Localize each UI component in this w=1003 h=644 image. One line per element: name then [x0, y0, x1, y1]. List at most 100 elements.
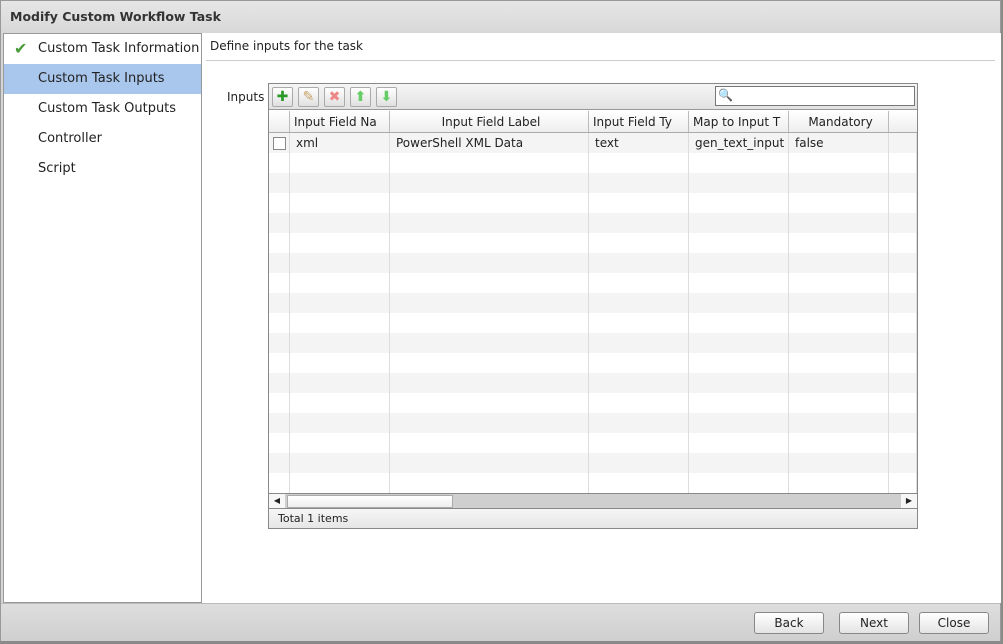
table-row[interactable]: [269, 333, 917, 353]
next-button[interactable]: Next: [839, 612, 909, 634]
column-input-field-name[interactable]: Input Field Na: [290, 111, 390, 132]
table-cell: [889, 153, 917, 173]
table-row[interactable]: [269, 473, 917, 493]
search-input[interactable]: 🔍: [715, 86, 915, 106]
table-row[interactable]: [269, 393, 917, 413]
table-cell: [390, 153, 589, 173]
table-row[interactable]: [269, 433, 917, 453]
table-row[interactable]: [269, 353, 917, 373]
table-cell: [290, 353, 390, 373]
table-cell: [390, 173, 589, 193]
edit-button[interactable]: ✎: [298, 87, 319, 107]
pencil-icon: ✎: [302, 89, 315, 105]
table-cell: [290, 433, 390, 453]
select-all-column[interactable]: [269, 111, 290, 132]
table-row[interactable]: [269, 193, 917, 213]
table-cell: [290, 473, 390, 493]
back-button[interactable]: Back: [754, 612, 824, 634]
table-row[interactable]: [269, 213, 917, 233]
table-row[interactable]: [269, 313, 917, 333]
sidebar-item-custom-task-information[interactable]: ✔ Custom Task Information: [4, 34, 201, 64]
scroll-right-icon[interactable]: ▶: [901, 494, 917, 508]
table-cell: false: [789, 133, 889, 153]
column-mandatory[interactable]: Mandatory: [789, 111, 889, 132]
table-cell: [390, 313, 589, 333]
delete-icon: ✖: [328, 89, 341, 105]
table-cell: [269, 133, 290, 153]
sidebar-item-label: Controller: [38, 131, 102, 146]
table-row[interactable]: [269, 273, 917, 293]
table-cell: [269, 373, 290, 393]
table-cell: [269, 333, 290, 353]
column-input-field-type[interactable]: Input Field Ty: [589, 111, 689, 132]
table-row[interactable]: [269, 413, 917, 433]
move-down-button[interactable]: ⬇: [376, 87, 397, 107]
table-cell: [689, 273, 789, 293]
column-input-field-label[interactable]: Input Field Label: [390, 111, 589, 132]
table-cell: [689, 393, 789, 413]
table-cell: [589, 273, 689, 293]
table-cell: [789, 253, 889, 273]
table-cell: [789, 453, 889, 473]
table-cell: [689, 253, 789, 273]
column-map-to-input-type[interactable]: Map to Input T: [689, 111, 789, 132]
table-cell: [889, 353, 917, 373]
table-cell: [269, 433, 290, 453]
table-cell: [689, 453, 789, 473]
table-row[interactable]: [269, 373, 917, 393]
sidebar-item-label: Script: [38, 161, 76, 176]
table-row[interactable]: [269, 453, 917, 473]
table-cell: [290, 273, 390, 293]
table-cell: [390, 273, 589, 293]
grid-header: Input Field Na Input Field Label Input F…: [269, 111, 917, 133]
table-row[interactable]: [269, 253, 917, 273]
table-cell: [789, 473, 889, 493]
table-cell: [689, 353, 789, 373]
table-cell: [889, 193, 917, 213]
table-cell: text: [589, 133, 689, 153]
table-row[interactable]: [269, 233, 917, 253]
close-button[interactable]: Close: [919, 612, 989, 634]
table-cell: [390, 233, 589, 253]
sidebar-item-custom-task-outputs[interactable]: Custom Task Outputs: [4, 94, 201, 124]
table-cell: [390, 393, 589, 413]
grid-footer-total: Total 1 items: [269, 509, 917, 528]
table-cell: [889, 373, 917, 393]
table-cell: [269, 293, 290, 313]
delete-button[interactable]: ✖: [324, 87, 345, 107]
table-cell: [589, 173, 689, 193]
table-cell: [390, 213, 589, 233]
sidebar-item-label: Custom Task Inputs: [38, 71, 165, 86]
table-cell: [589, 433, 689, 453]
table-row[interactable]: [269, 293, 917, 313]
table-cell: [789, 213, 889, 233]
table-cell: [290, 233, 390, 253]
move-up-button[interactable]: ⬆: [350, 87, 371, 107]
sidebar-item-controller[interactable]: Controller: [4, 124, 201, 154]
horizontal-scrollbar[interactable]: ◀ ▶: [269, 493, 917, 509]
table-cell: xml: [290, 133, 390, 153]
table-cell: [589, 453, 689, 473]
table-cell: [589, 393, 689, 413]
table-cell: [789, 393, 889, 413]
sidebar-item-custom-task-inputs[interactable]: Custom Task Inputs: [4, 64, 201, 94]
table-cell: [390, 413, 589, 433]
scrollbar-thumb[interactable]: [287, 495, 453, 508]
table-cell: [390, 353, 589, 373]
table-row[interactable]: xml PowerShell XML Data text gen_text_input…: [269, 133, 917, 153]
table-cell: [589, 413, 689, 433]
table-cell: [889, 233, 917, 253]
dialog-footer: Back Next Close: [1, 603, 1000, 641]
table-row[interactable]: [269, 153, 917, 173]
add-button[interactable]: ✚: [272, 87, 293, 107]
sidebar-item-script[interactable]: Script: [4, 154, 201, 184]
dialog-title: Modify Custom Workflow Task: [1, 1, 1000, 33]
table-cell: PowerShell XML Data: [390, 133, 589, 153]
table-cell: [889, 333, 917, 353]
row-checkbox[interactable]: [273, 137, 286, 150]
sidebar-item-label: Custom Task Outputs: [38, 101, 177, 116]
table-cell: [789, 313, 889, 333]
scroll-left-icon[interactable]: ◀: [269, 494, 285, 508]
table-cell: [889, 413, 917, 433]
table-row[interactable]: [269, 173, 917, 193]
